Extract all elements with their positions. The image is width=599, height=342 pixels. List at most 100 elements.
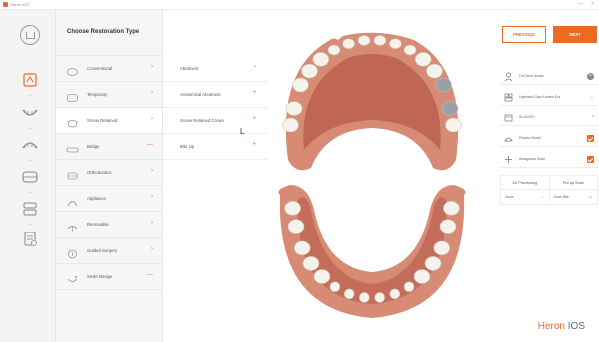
order-form-icon[interactable] [21,231,39,246]
upper-tooth[interactable] [327,44,341,56]
lower-tooth[interactable] [359,292,370,303]
menu-item-label: Bridge [87,144,100,149]
chevron-down-icon[interactable]: ⌄ [590,94,594,100]
menu-arrow-icon: › [151,90,153,96]
upper-tooth[interactable] [373,35,387,46]
upper-tooth[interactable] [292,77,309,93]
checkbox-checked[interactable] [587,135,594,142]
lower-tooth[interactable] [413,269,431,284]
submenu-item-bite-up[interactable]: Bite Up + [163,134,268,160]
brand-logo: Heron IOS [537,321,585,332]
menu-item-smile-design[interactable]: Smile Design — [56,264,162,290]
menu-item-appliance[interactable]: Appliance › [56,186,162,212]
both-jaws-icon[interactable] [21,170,39,184]
upper-tooth[interactable] [435,77,452,93]
submenu-arrow-icon: + [252,116,256,122]
upper-tooth[interactable] [426,63,443,79]
option-row-antagonist[interactable]: Antagonist Scan [500,151,598,168]
menu-arrow-icon: — [147,272,153,278]
option-label: Hydrated Gap Kameo.Ext [519,95,560,99]
submenu-item-screw-retained-crown[interactable]: Screw Retained Crown + [163,108,268,134]
bite-icon[interactable] [21,202,39,216]
submenu-item-anatomical-abutment[interactable]: Anatomical Abutment + [163,82,268,108]
antagonist-icon [504,155,513,164]
lower-tooth[interactable] [374,292,385,303]
lower-tooth[interactable] [443,201,460,216]
close-window-button[interactable]: × [591,1,594,7]
option-row-calendar[interactable]: 9/14/2021 › [500,109,598,126]
calendar-icon [504,113,513,122]
chevron-right-icon[interactable]: › [592,114,594,120]
submenu-item-abutment[interactable]: Abutment › [163,56,268,82]
menu-item-label: Removable [87,222,109,227]
submenu-arrow-icon: › [254,64,256,70]
title-bar: Heron IOS — × [0,0,599,10]
processing-select[interactable]: None ⌄ [501,190,550,204]
upper-tooth[interactable] [312,51,330,67]
next-button[interactable]: NEXT [553,26,597,43]
clear-icon[interactable]: × [587,73,594,80]
menu-item-removable[interactable]: Removable › [56,212,162,238]
screw-retained-icon [66,116,79,127]
lower-tooth[interactable] [343,288,355,300]
tooth-group-icon [504,93,513,102]
lower-tooth[interactable] [302,256,320,271]
scan-icon[interactable] [21,73,39,87]
tooth-chart-canvas[interactable] [268,10,496,342]
appliance-icon [66,194,79,206]
chevron-down-icon: ⌄ [587,194,593,200]
upper-tooth[interactable] [403,44,417,56]
option-label: 9/14/2021 [519,115,535,119]
lower-tooth[interactable] [293,240,311,256]
lower-tooth[interactable] [439,219,457,234]
upper-tooth[interactable] [445,117,462,133]
menu-item-temporary[interactable]: Temporary › [56,82,162,108]
menu-title: Choose Restoration Type [56,10,162,56]
menu-item-conventional[interactable]: Conventional › [56,56,162,82]
option-row-tooth-group[interactable]: Hydrated Gap Kameo.Ext ⌄ [500,89,598,106]
menu-item-label: Temporary [87,92,108,97]
previous-button[interactable]: PREVIOUS [502,26,546,43]
lower-tooth[interactable] [389,288,401,300]
submenu-item-label: Screw Retained Crown [180,118,224,123]
lower-tooth[interactable] [287,219,305,234]
preop-select[interactable]: Scan Bite ⌄ [550,190,598,204]
restoration-submenu: Abutment › Anatomical Abutment + Screw Retai… [163,10,268,342]
upper-tooth[interactable] [389,38,402,50]
menu-item-label: Orthodontics [87,170,112,175]
menu-arrow-icon: › [151,220,153,226]
menu-item-screw-retained[interactable]: Screw Retained › [56,108,162,134]
lower-tooth[interactable] [403,281,415,293]
lower-jaw-icon[interactable] [21,106,39,120]
upper-tooth[interactable] [441,101,459,116]
menu-arrow-icon: › [151,246,153,252]
upper-tooth[interactable] [282,117,299,133]
upper-tooth[interactable] [342,38,355,50]
guided-surgery-icon [66,246,79,258]
submenu-item-label: Bite Up [180,144,195,149]
menu-arrow-icon: › [151,168,153,174]
upper-tooth[interactable] [414,51,432,67]
lower-tooth[interactable] [313,269,331,284]
submenu-arrow-icon: + [252,142,256,148]
upper-jaw-icon[interactable] [21,138,39,152]
lower-tooth[interactable] [433,240,451,256]
lower-tooth[interactable] [329,281,341,293]
menu-item-orthodontics[interactable]: Orthodontics › [56,160,162,186]
option-row-user[interactable]: Full Arch Install × [500,68,598,85]
upper-tooth[interactable] [285,101,303,116]
lower-tooth[interactable] [284,201,301,216]
checkbox-checked[interactable] [587,156,594,163]
upper-tooth[interactable] [357,35,371,46]
option-row-model[interactable]: Printed Model [500,130,598,147]
minimize-button[interactable]: — [578,1,583,7]
menu-item-bridge[interactable]: Bridge — [56,134,162,160]
menu-item-guided-surgery[interactable]: Guided Surgery › [56,238,162,264]
rail-chevron-icon: ⌄ [28,189,33,195]
home-icon[interactable] [20,25,40,45]
upper-tooth[interactable] [301,63,318,79]
menu-arrow-icon: — [147,142,153,148]
rail-chevron-icon: ⌄ [28,221,33,227]
tooth-chart[interactable] [268,10,496,342]
lower-tooth[interactable] [424,256,442,271]
